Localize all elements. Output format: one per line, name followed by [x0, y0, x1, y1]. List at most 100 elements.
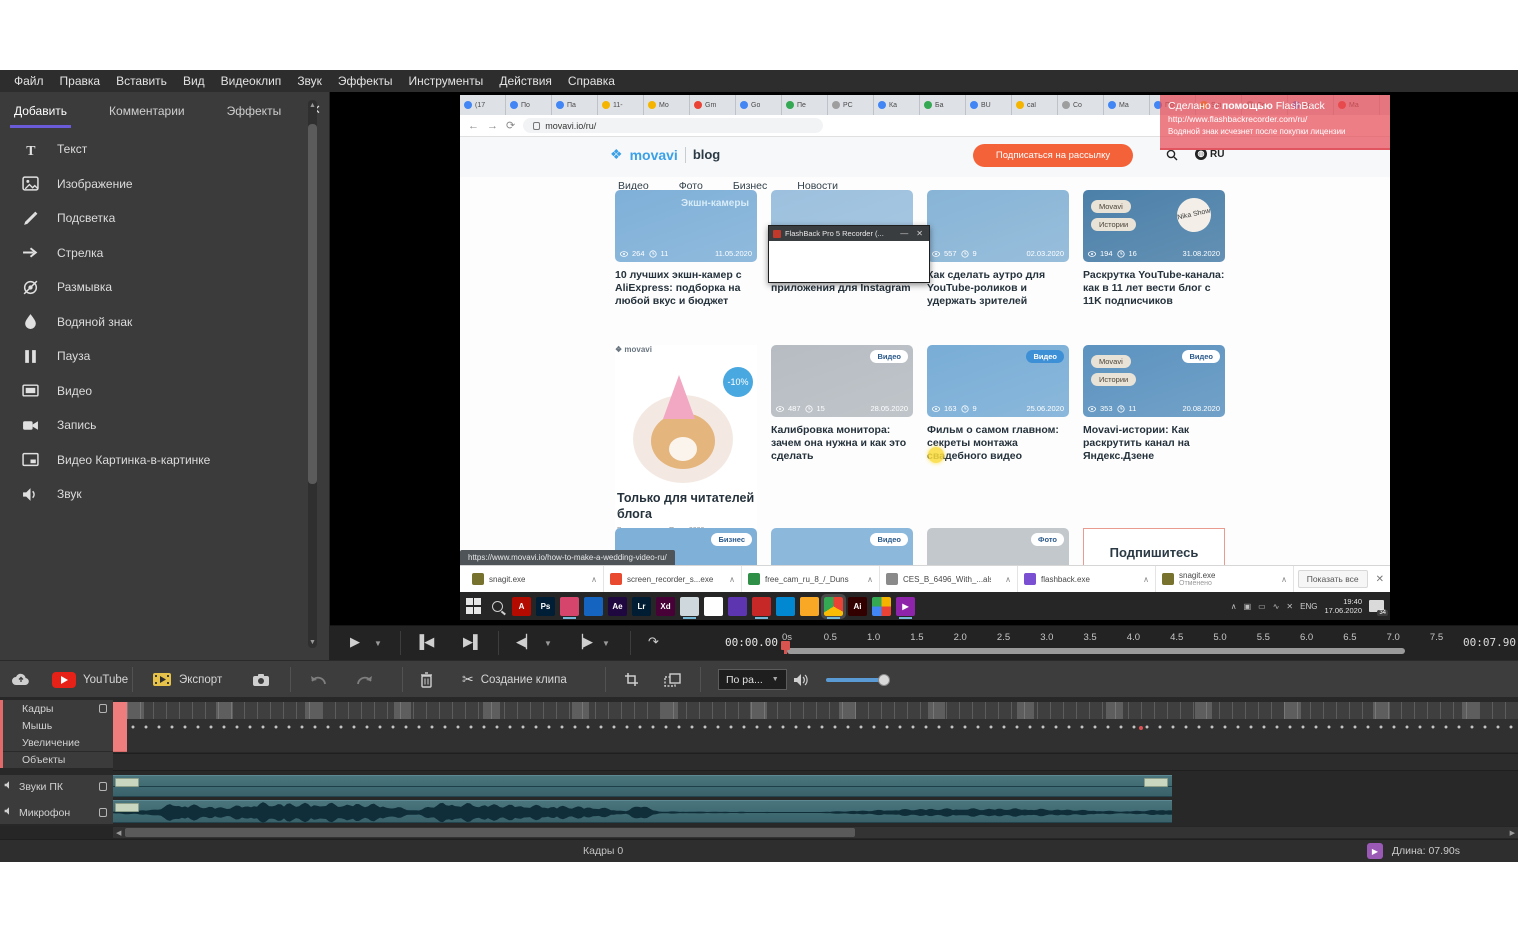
browser-tab[interactable]: По: [506, 95, 552, 115]
notification-center-icon[interactable]: 34: [1369, 600, 1384, 612]
objects-track[interactable]: [113, 753, 1518, 771]
browser-tab[interactable]: cal: [1012, 95, 1058, 115]
taskbar-icon-capture-app[interactable]: ▶: [896, 597, 915, 616]
taskbar-icon-store[interactable]: [704, 597, 723, 616]
chevron-up-icon[interactable]: ∧: [1143, 575, 1149, 584]
scroll-left-icon[interactable]: ◀: [116, 829, 121, 837]
browser-tab[interactable]: Ба: [920, 95, 966, 115]
article-card[interactable]: 557902.03.2020Как сделать аутро для YouT…: [927, 190, 1069, 307]
menu-item-Эффекты[interactable]: Эффекты: [330, 74, 401, 88]
step-forward-button[interactable]: ▕▶: [573, 634, 593, 650]
ruler-track[interactable]: [787, 648, 1405, 654]
track-header-Объекты[interactable]: Объекты: [3, 751, 113, 768]
microphone-track[interactable]: [113, 800, 1172, 823]
timeline-ruler[interactable]: 0s0.51.01.52.02.53.03.54.04.55.05.56.06.…: [785, 626, 1485, 661]
article-thumbnail[interactable]: Видео: [771, 528, 913, 565]
step-back-dropdown-icon[interactable]: ▼: [544, 639, 552, 648]
close-downloads-icon[interactable]: ✕: [1376, 574, 1384, 585]
taskbar-icon-purple-app[interactable]: [728, 597, 747, 616]
taskbar-icon-after-effects[interactable]: Ae: [608, 597, 627, 616]
add-item-Водяной знак[interactable]: Водяной знак: [0, 305, 300, 340]
select-frames-button[interactable]: [664, 661, 681, 698]
track-header-Мышь[interactable]: Мышь: [3, 717, 113, 734]
menu-item-Звук[interactable]: Звук: [289, 74, 330, 88]
download-item[interactable]: flashback.exe∧: [1018, 566, 1156, 593]
add-item-Видео Картинка-в-картинке[interactable]: Видео Картинка-в-картинке: [0, 443, 300, 478]
export-button[interactable]: Экспорт: [152, 661, 222, 698]
article-thumbnail[interactable]: Фото: [927, 528, 1069, 565]
add-item-Видео[interactable]: Видео: [0, 374, 300, 409]
horizontal-scrollbar[interactable]: ◀ ▶: [0, 826, 1518, 839]
loop-button[interactable]: ↷: [648, 634, 659, 650]
article-title[interactable]: Раскрутка YouTube-канала: как в 11 лет в…: [1083, 269, 1225, 307]
frames-track[interactable]: [127, 702, 1518, 719]
tray-icon[interactable]: ∿: [1273, 602, 1280, 611]
skip-end-button[interactable]: ▶▌: [463, 634, 482, 650]
taskbar-icon-photos[interactable]: [872, 597, 891, 616]
track-header-Увеличение[interactable]: Увеличение: [3, 734, 113, 751]
track-header-Микрофон[interactable]: Микрофон: [0, 801, 113, 824]
lock-icon[interactable]: [99, 782, 107, 791]
redo-button[interactable]: [356, 661, 373, 698]
add-item-Подсветка[interactable]: Подсветка: [0, 201, 300, 236]
download-item[interactable]: snagit.exe∧: [466, 566, 604, 593]
browser-tab[interactable]: Go: [736, 95, 782, 115]
tray-icon[interactable]: ▣: [1244, 602, 1252, 611]
show-all-downloads-button[interactable]: Показать все: [1298, 570, 1368, 588]
browser-tab[interactable]: Со: [1058, 95, 1104, 115]
download-item[interactable]: screen_recorder_s...exe∧: [604, 566, 742, 593]
taskbar-icon-acrobat[interactable]: A: [512, 597, 531, 616]
volume-knob[interactable]: [878, 674, 890, 686]
crop-button[interactable]: [624, 661, 639, 698]
panel-tab-Добавить[interactable]: Добавить: [10, 100, 71, 128]
browser-tab[interactable]: Па: [552, 95, 598, 115]
menu-item-Видеоклип[interactable]: Видеоклип: [213, 74, 290, 88]
browser-tab[interactable]: Ка: [874, 95, 920, 115]
selection-clip[interactable]: [113, 702, 127, 752]
chevron-up-icon[interactable]: ∧: [867, 575, 873, 584]
menu-item-Справка[interactable]: Справка: [560, 74, 623, 88]
add-item-Запись[interactable]: Запись: [0, 408, 300, 443]
volume-slider[interactable]: [826, 661, 888, 698]
taskbar-icon-music-app[interactable]: [752, 597, 771, 616]
browser-tab[interactable]: РС: [828, 95, 874, 115]
zoom-fit-select[interactable]: По ра... ▼: [718, 661, 787, 698]
panel-tab-Эффекты[interactable]: Эффекты: [223, 100, 286, 128]
lock-icon[interactable]: [99, 808, 107, 817]
article-title[interactable]: Фильм о самом главном: секреты монтажа с…: [927, 424, 1069, 462]
tray-icon[interactable]: ∧: [1231, 602, 1237, 611]
taskbar-icon-file-explorer[interactable]: [680, 597, 699, 616]
article-title[interactable]: Movavi-истории: Как раскрутить канал на …: [1083, 424, 1225, 462]
add-item-Изображение[interactable]: Изображение: [0, 167, 300, 202]
step-forward-dropdown-icon[interactable]: ▼: [602, 639, 610, 648]
menu-item-Правка[interactable]: Правка: [52, 74, 109, 88]
add-item-Текст[interactable]: TТекст: [0, 132, 300, 167]
scroll-down-icon[interactable]: ▼: [308, 639, 317, 646]
download-item[interactable]: free_cam_ru_8_/_Duns∧: [742, 566, 880, 593]
panel-tab-Комментарии[interactable]: Комментарии: [105, 100, 189, 128]
taskbar-icon-chrome[interactable]: [824, 597, 843, 616]
track-header-Звуки ПК[interactable]: Звуки ПК: [0, 775, 113, 798]
taskbar-clock[interactable]: 19:4017.06.2020: [1324, 597, 1362, 616]
browser-tab[interactable]: Gm: [690, 95, 736, 115]
tray-icon[interactable]: ✕: [1286, 602, 1293, 611]
promo-card[interactable]: ❖ movavi-10%Только для читателей блогаВи…: [615, 345, 757, 540]
skip-start-button[interactable]: ▐◀: [415, 634, 434, 650]
chevron-up-icon[interactable]: ∧: [1005, 575, 1011, 584]
scroll-right-icon[interactable]: ▶: [1510, 829, 1515, 837]
article-card[interactable]: Видео4871528.05.2020Калибровка монитора:…: [771, 345, 913, 462]
taskbar-icon-defender-shield[interactable]: [584, 597, 603, 616]
menu-item-Действия[interactable]: Действия: [491, 74, 560, 88]
hscroll-thumb[interactable]: [125, 828, 855, 837]
browser-tab[interactable]: Мо: [644, 95, 690, 115]
add-item-Стрелка[interactable]: Стрелка: [0, 236, 300, 271]
article-title[interactable]: Калибровка монитора: зачем она нужна и к…: [771, 424, 913, 462]
mute-button[interactable]: [793, 661, 809, 698]
subscribe-box[interactable]: Подпишитесь: [1083, 528, 1225, 565]
step-back-button[interactable]: ◀▏: [516, 634, 536, 650]
menu-item-Файл[interactable]: Файл: [6, 74, 52, 88]
play-dropdown-icon[interactable]: ▼: [374, 639, 382, 648]
add-item-Звук[interactable]: Звук: [0, 477, 300, 512]
scrollbar-thumb[interactable]: [308, 124, 317, 484]
chevron-up-icon[interactable]: ∧: [1281, 575, 1287, 584]
